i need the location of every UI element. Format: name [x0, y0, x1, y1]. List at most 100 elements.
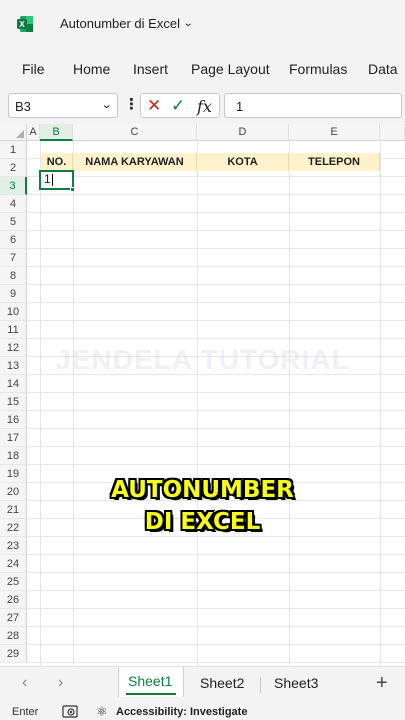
chevron-down-icon: ⌄	[182, 18, 194, 29]
gridline	[27, 662, 405, 663]
tab-formulas[interactable]: Formulas	[289, 61, 347, 77]
worksheet-grid[interactable]: A B C D E 1 2 3 4 5 6 7 8 9 10 11 12 13 14 15 16 17 18 19 2…	[0, 124, 405, 666]
row-header-23[interactable]: 23	[0, 537, 27, 555]
gridline	[27, 446, 405, 447]
gridline	[27, 428, 405, 429]
row-header-7[interactable]: 7	[0, 249, 27, 267]
plus-icon[interactable]: +	[376, 672, 388, 695]
gridline	[27, 608, 405, 609]
fill-handle[interactable]	[70, 187, 75, 192]
name-box[interactable]: B3 ⌄	[8, 93, 118, 118]
tab-divider	[260, 677, 261, 693]
gridline	[27, 338, 405, 339]
gridline	[27, 176, 405, 177]
column-header-f[interactable]	[380, 124, 405, 141]
gridline	[27, 392, 405, 393]
active-cell-value: 1	[44, 172, 51, 186]
gridline	[27, 212, 405, 213]
chevron-down-icon[interactable]: ⌄	[100, 98, 112, 111]
accessibility-status[interactable]: Accessibility: Investigate	[116, 706, 247, 718]
gridline	[73, 141, 74, 666]
row-header-10[interactable]: 10	[0, 303, 27, 321]
tab-file[interactable]: File	[22, 61, 45, 77]
more-options-icon[interactable]: ⋮	[124, 95, 139, 113]
row-header-28[interactable]: 28	[0, 627, 27, 645]
row-header-27[interactable]: 27	[0, 609, 27, 627]
gridline	[289, 141, 290, 666]
document-title-label: Autonumber di Excel	[60, 16, 180, 31]
sheet-tab-sheet1[interactable]: Sheet1	[128, 673, 172, 689]
row-header-26[interactable]: 26	[0, 591, 27, 609]
row-header-17[interactable]: 17	[0, 429, 27, 447]
gridline	[27, 464, 405, 465]
active-sheet-indicator	[126, 693, 176, 695]
document-title[interactable]: Autonumber di Excel ⌄	[60, 16, 194, 31]
sheet-tab-sheet3[interactable]: Sheet3	[274, 675, 318, 691]
row-header-5[interactable]: 5	[0, 213, 27, 231]
formula-input[interactable]: 1	[224, 93, 402, 118]
header-cell-no[interactable]: NO.	[41, 153, 73, 171]
column-header-c[interactable]: C	[73, 124, 197, 141]
gridline	[197, 141, 198, 666]
status-bar: Enter ⚛ Accessibility: Investigate	[0, 702, 405, 720]
row-header-2[interactable]: 2	[0, 159, 27, 177]
row-header-16[interactable]: 16	[0, 411, 27, 429]
gridline	[27, 302, 405, 303]
watermark-text: JENDELA TUTORIAL	[55, 344, 350, 375]
row-header-8[interactable]: 8	[0, 267, 27, 285]
select-all-corner[interactable]	[0, 124, 27, 141]
header-cell-kota[interactable]: KOTA	[197, 153, 289, 171]
tab-data[interactable]: Data	[368, 61, 398, 77]
sheet-tab-sheet2[interactable]: Sheet2	[200, 675, 244, 691]
name-box-value: B3	[15, 99, 31, 114]
gridline	[27, 590, 405, 591]
cell-mode-indicator: Enter	[12, 706, 39, 718]
header-cell-telepon[interactable]: TELEPON	[289, 153, 380, 171]
row-header-6[interactable]: 6	[0, 231, 27, 249]
title-bar: X Autonumber di Excel ⌄	[0, 0, 405, 50]
row-header-3[interactable]: 3	[0, 177, 27, 195]
excel-icon: X	[17, 16, 33, 32]
row-header-15[interactable]: 15	[0, 393, 27, 411]
formula-buttons: ✕ ✓ fx	[140, 93, 220, 118]
row-header-29[interactable]: 29	[0, 645, 27, 663]
caption-line-1: AUTONUMBER	[111, 477, 294, 503]
row-header-1[interactable]: 1	[0, 141, 27, 159]
row-header-25[interactable]: 25	[0, 573, 27, 591]
header-cell-nama-karyawan[interactable]: NAMA KARYAWAN	[73, 153, 197, 171]
row-header-9[interactable]: 9	[0, 285, 27, 303]
gridline	[27, 554, 405, 555]
tab-insert[interactable]: Insert	[133, 61, 168, 77]
row-header-24[interactable]: 24	[0, 555, 27, 573]
gridline	[27, 284, 405, 285]
column-header-b[interactable]: B	[40, 124, 73, 141]
column-header-e[interactable]: E	[289, 124, 380, 141]
gridline	[27, 320, 405, 321]
gridline	[40, 141, 41, 666]
gridline	[380, 141, 381, 666]
row-header-18[interactable]: 18	[0, 447, 27, 465]
column-header-d[interactable]: D	[197, 124, 289, 141]
tab-home[interactable]: Home	[73, 61, 110, 77]
row-header-11[interactable]: 11	[0, 321, 27, 339]
row-header-14[interactable]: 14	[0, 375, 27, 393]
gridline	[27, 626, 405, 627]
gridline	[27, 644, 405, 645]
gridline	[27, 230, 405, 231]
active-cell-b3[interactable]: 1	[39, 170, 74, 190]
gridline	[27, 266, 405, 267]
insert-function-icon[interactable]: fx	[197, 97, 212, 116]
macro-recording-icon[interactable]	[62, 705, 78, 718]
column-header-a[interactable]: A	[27, 124, 40, 141]
cancel-icon[interactable]: ✕	[147, 96, 161, 116]
check-icon[interactable]: ✓	[171, 96, 185, 116]
gridline	[27, 194, 405, 195]
gridline	[27, 410, 405, 411]
tab-page-layout[interactable]: Page Layout	[191, 61, 270, 77]
accessibility-icon[interactable]: ⚛	[96, 704, 108, 720]
caption-line-2: DI EXCEL	[144, 509, 261, 535]
chevron-right-icon[interactable]: ›	[58, 674, 63, 692]
row-header-4[interactable]: 4	[0, 195, 27, 213]
text-cursor	[51, 173, 53, 186]
chevron-left-icon[interactable]: ‹	[22, 674, 27, 692]
